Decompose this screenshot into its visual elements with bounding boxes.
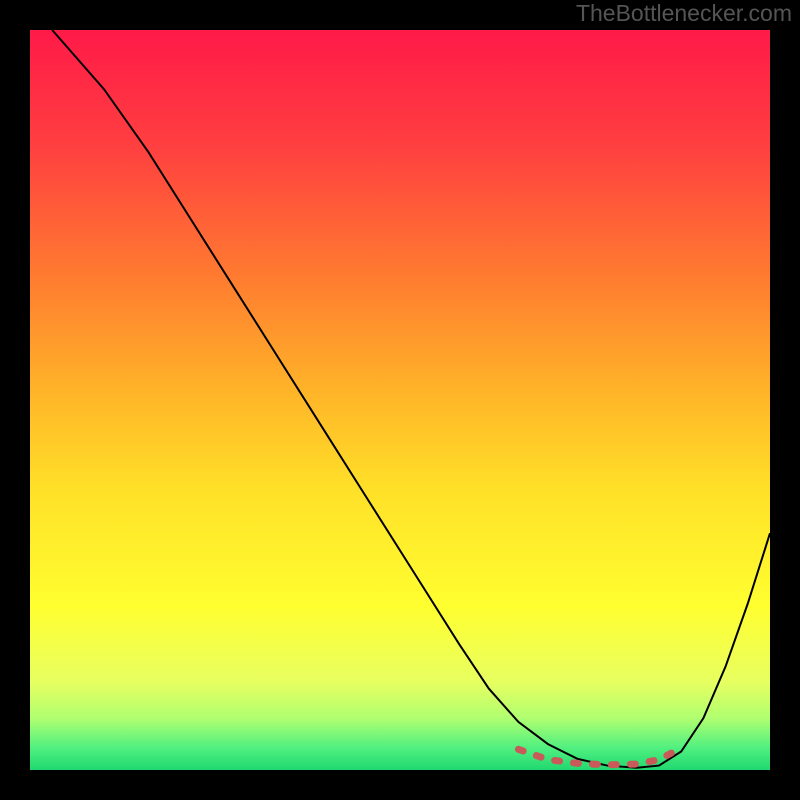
watermark-text: TheBottlenecker.com (576, 0, 792, 27)
plot-area (30, 30, 770, 770)
chart-container: TheBottlenecker.com (0, 0, 800, 800)
chart-svg (30, 30, 770, 770)
